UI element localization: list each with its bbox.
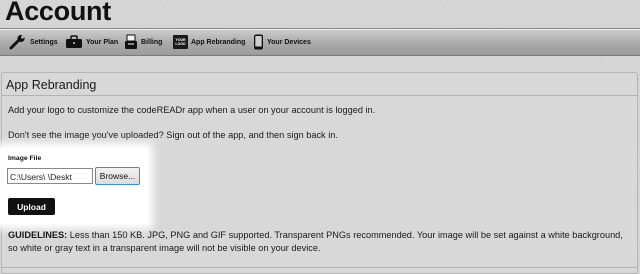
guidelines-heading: GUIDELINES: [8, 230, 68, 240]
phone-icon [253, 34, 264, 50]
guidelines-body: Less than 150 KB. JPG, PNG and GIF suppo… [8, 230, 623, 253]
hint-text: Don't see the image you've uploaded? Sig… [8, 130, 338, 140]
account-nav-bar: Settings Your Plan Billing YOUR LOGO App… [0, 28, 640, 56]
file-path-input[interactable]: C:\Users\ \Deskt [7, 168, 93, 184]
nav-item-label: Your Devices [267, 38, 311, 46]
nav-item-label: Settings [30, 38, 58, 46]
nav-item-label: Billing [141, 38, 163, 46]
register-icon [124, 34, 138, 50]
divider [1, 95, 637, 96]
nav-item-app-rebranding[interactable]: YOUR LOGO App Rebranding [173, 29, 245, 55]
intro-text: Add your logo to customize the codeREADr… [8, 105, 376, 115]
wrench-icon [9, 34, 27, 50]
nav-item-your-plan[interactable]: Your Plan [65, 29, 118, 55]
panel-title: App Rebranding [6, 78, 97, 92]
page-title: Account [5, 0, 111, 26]
guidelines-text: GUIDELINES: Less than 150 KB. JPG, PNG a… [8, 229, 630, 255]
nav-item-label: Your Plan [86, 38, 119, 46]
nav-item-billing[interactable]: Billing [124, 29, 162, 55]
nav-item-settings[interactable]: Settings [9, 29, 58, 55]
browse-button[interactable]: Browse... [95, 167, 140, 185]
image-file-label: Image File [8, 155, 42, 162]
toolbox-icon [65, 35, 83, 49]
nav-item-label: App Rebranding [191, 38, 246, 46]
logo-badge-icon: YOUR LOGO [173, 35, 188, 49]
upload-button[interactable]: Upload [8, 198, 55, 215]
nav-item-your-devices[interactable]: Your Devices [253, 29, 311, 55]
